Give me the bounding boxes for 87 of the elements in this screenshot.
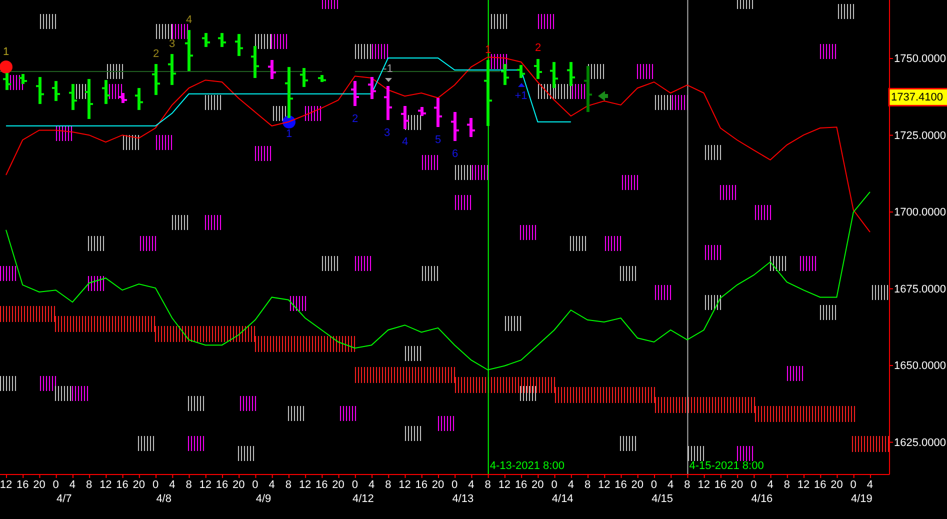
time-tick-label: 0 [352, 479, 358, 491]
date-tick-label: 4/8 [156, 493, 172, 505]
time-tick-label: 8 [584, 479, 591, 491]
time-tick-label: 8 [484, 479, 491, 491]
time-tick-label: 4 [668, 479, 674, 491]
price-tick-label: 1725.0000 [894, 130, 946, 142]
left-arrow-icon [598, 91, 608, 101]
time-tick-label: 20 [631, 479, 644, 491]
time-tick-label: 4 [468, 479, 474, 491]
marker-label: 4-15-2021 8:00 [689, 460, 764, 472]
price-tick-label: 1675.0000 [894, 283, 946, 296]
date-tick-label: 4/12 [352, 493, 374, 505]
time-tick-label: 12 [598, 479, 610, 491]
time-tick-label: 12 [0, 479, 12, 491]
signal-label: 4 [402, 136, 408, 148]
time-tick-label: 8 [285, 479, 292, 491]
time-tick-label: 16 [16, 479, 29, 491]
time-tick-label: 16 [514, 479, 528, 491]
time-tick-label: 0 [850, 479, 856, 491]
current-price-tag: 1737.4100 [888, 88, 947, 106]
time-tick-label: 16 [216, 479, 228, 491]
time-tick-label: 4 [767, 479, 774, 491]
time-tick-label: 8 [86, 479, 92, 491]
time-tick-label: 16 [614, 479, 627, 491]
time-tick-label: 12 [298, 479, 312, 491]
signal-label: 3 [384, 127, 390, 139]
time-tick-label: 0 [152, 479, 159, 491]
signal-dot [282, 116, 296, 128]
signal-label: 2 [534, 42, 542, 54]
time-tick-label: 16 [714, 479, 727, 491]
time-tick-label: 8 [784, 479, 790, 491]
signal-label: +1 [514, 90, 528, 102]
time-tick-label: 12 [100, 479, 112, 491]
date-tick-label: 4/14 [552, 493, 574, 505]
time-tick-label: 4 [568, 479, 574, 491]
time-tick-label: 20 [33, 479, 46, 491]
time-tick-label: 20 [432, 479, 444, 491]
date-tick-label: 4/19 [850, 493, 872, 505]
time-tick-label: 12 [797, 479, 810, 491]
time-tick-label: 16 [116, 479, 128, 491]
time-tick-label: 20 [132, 479, 146, 491]
time-tick-label: 4 [866, 479, 874, 491]
signal-label: 5 [434, 134, 442, 146]
time-tick-label: 16 [415, 479, 428, 491]
time-tick-label: 20 [830, 479, 843, 491]
time-tick-label: 8 [385, 479, 392, 491]
time-tick-label: 0 [452, 479, 458, 491]
time-tick-label: 0 [252, 479, 258, 491]
price-tick-label: 1650.0000 [894, 360, 946, 372]
time-tick-label: 12 [199, 479, 212, 491]
time-tick-label: 8 [684, 479, 690, 491]
up-triangle-icon [518, 83, 525, 87]
down-triangle-icon [385, 78, 392, 82]
time-tick-label: 16 [316, 479, 328, 491]
time-tick-label: 0 [750, 479, 757, 491]
marker-label: 4-13-2021 8:00 [490, 460, 564, 472]
time-tick-label: 8 [186, 479, 192, 491]
price-tick-label: 1750.0000 [894, 53, 946, 66]
signal-label: 1 [2, 46, 10, 58]
time-tick-label: 4 [368, 479, 375, 491]
time-tick-label: 20 [532, 479, 544, 491]
time-tick-label: 0 [52, 479, 59, 491]
time-tick-label: 20 [730, 479, 744, 491]
date-tick-label: 4/13 [452, 493, 474, 505]
time-tick-label: 4 [169, 479, 176, 491]
signal-label: 2 [352, 113, 358, 125]
time-tick-label: 4 [69, 479, 76, 491]
signal-label: 4 [186, 14, 192, 26]
time-tick-label: 12 [398, 479, 411, 491]
price-tick-label: 1700.0000 [894, 206, 946, 219]
date-tick-label: 4/15 [652, 493, 673, 505]
date-tick-label: 4/7 [56, 493, 72, 505]
date-tick-label: 4/9 [256, 493, 272, 505]
time-tick-label: 12 [498, 479, 511, 491]
time-tick-label: 0 [650, 479, 658, 491]
time-tick-label: 12 [698, 479, 710, 491]
signal-label: 3 [168, 38, 176, 50]
signal-label: 1 [286, 128, 292, 140]
price-tick-label: 1625.0000 [894, 436, 946, 449]
time-tick-label: 4 [268, 479, 275, 491]
signal-label: 6 [452, 148, 458, 160]
signal-label: 2 [152, 48, 160, 60]
date-tick-label: 4/16 [751, 493, 773, 505]
time-tick-label: 20 [332, 479, 344, 491]
time-tick-label: 20 [232, 479, 245, 491]
time-tick-label: 16 [814, 479, 826, 491]
time-tick-label: 0 [551, 479, 558, 491]
